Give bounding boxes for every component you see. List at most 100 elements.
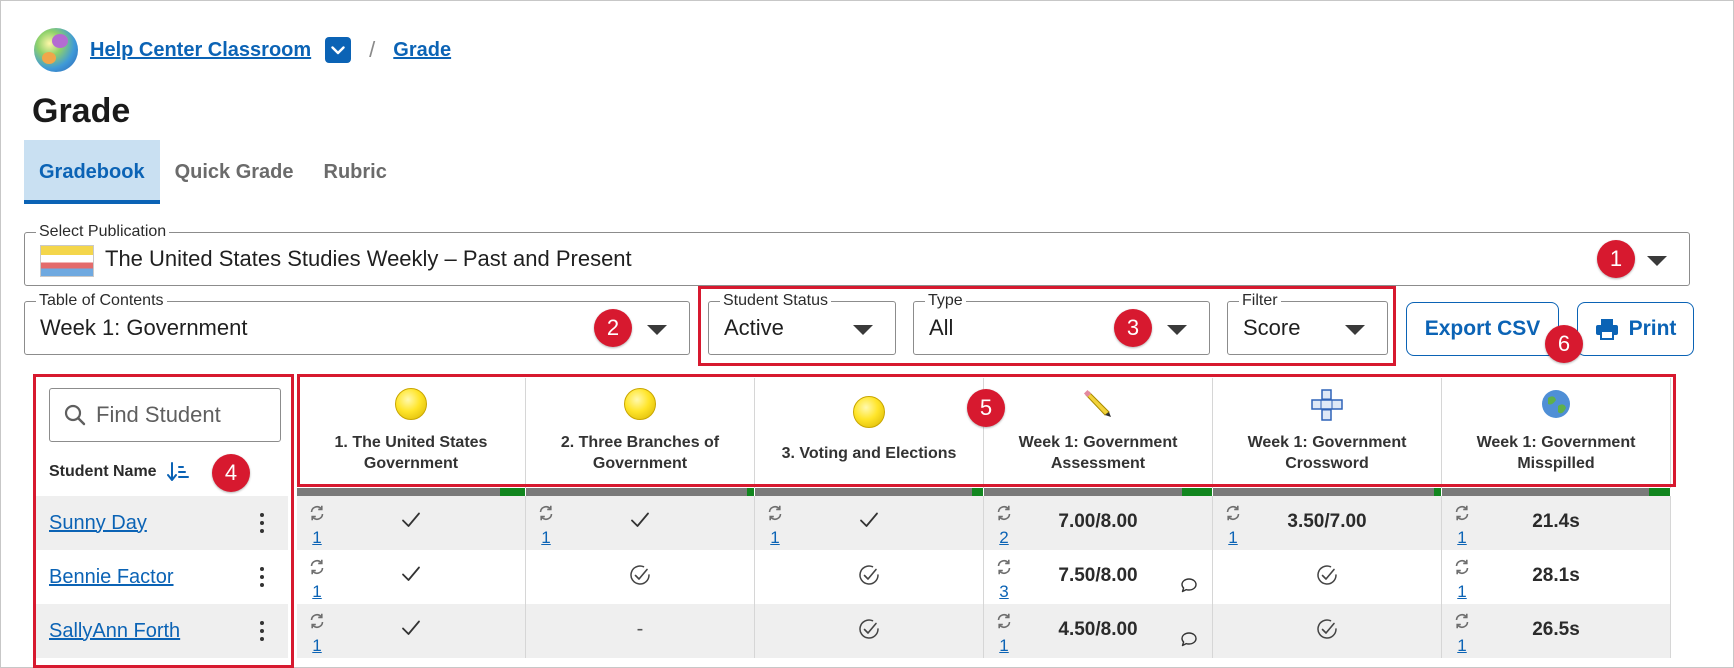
annotation-badge-6: 6	[1545, 325, 1583, 363]
more-options-icon[interactable]	[260, 513, 264, 533]
attempts[interactable]: 1	[307, 558, 327, 601]
checkmark-icon	[401, 511, 421, 534]
attempt-count-link[interactable]: 1	[307, 529, 327, 547]
grade-cell[interactable]	[1213, 604, 1442, 658]
more-options-icon[interactable]	[260, 621, 264, 641]
retry-icon[interactable]	[308, 613, 326, 634]
pencil-icon	[1083, 388, 1113, 423]
grade-cell[interactable]	[755, 604, 984, 658]
coin-icon	[853, 396, 885, 428]
retry-icon[interactable]	[766, 505, 784, 526]
tab-gradebook[interactable]: Gradebook	[24, 140, 160, 204]
grade-cell[interactable]: 1	[297, 604, 526, 658]
attempts[interactable]: 1	[765, 504, 785, 547]
student-row: Sunny Day	[36, 496, 288, 550]
find-student-placeholder: Find Student	[96, 402, 221, 427]
tab-rubric[interactable]: Rubric	[309, 140, 402, 204]
assignment-title-line: 1. The United States	[334, 434, 488, 451]
publication-thumbnail	[40, 245, 94, 277]
assignment-column-header[interactable]: Week 1: Government Assessment	[984, 378, 1213, 488]
grade-cell[interactable]: 1 28.1s	[1442, 550, 1671, 604]
grade-cell[interactable]	[755, 550, 984, 604]
find-student-input[interactable]: Find Student	[49, 388, 281, 442]
grade-cell[interactable]	[526, 550, 755, 604]
student-name-link[interactable]: Sunny Day	[49, 512, 147, 535]
completion-bar-fill	[971, 488, 983, 496]
student-name-header[interactable]: Student Name	[49, 462, 189, 482]
classroom-globe-icon	[34, 28, 78, 72]
classroom-dropdown-button[interactable]	[325, 37, 352, 63]
coin-icon	[395, 388, 427, 420]
toc-value: Week 1: Government	[40, 315, 248, 340]
assignment-column-header[interactable]: Week 1: Government Misspilled	[1442, 378, 1671, 488]
retry-icon[interactable]	[537, 505, 555, 526]
grade-cell[interactable]: 3 7.50/8.00	[984, 550, 1213, 604]
retry-icon[interactable]	[308, 505, 326, 526]
assignment-column-header[interactable]: Week 1: Government Crossword	[1213, 378, 1442, 488]
grade-cell[interactable]: 1	[297, 550, 526, 604]
grade-cell[interactable]: 2 7.00/8.00	[984, 496, 1213, 550]
type-value: All	[929, 315, 954, 340]
grade-cell[interactable]: 1 26.5s	[1442, 604, 1671, 658]
attempt-count-link[interactable]: 1	[307, 583, 327, 601]
attempts[interactable]: 1	[307, 612, 327, 655]
attempt-count-link[interactable]: 1	[307, 637, 327, 655]
attempts[interactable]: 1	[307, 504, 327, 547]
assignment-column-header[interactable]: 2. Three Branches of Government	[526, 378, 755, 488]
circle-check-icon	[857, 563, 881, 592]
student-row: SallyAnn Forth	[36, 604, 288, 658]
grade-cell[interactable]: 1 4.50/8.00	[984, 604, 1213, 658]
completion-bar-fill	[1434, 488, 1441, 496]
type-select[interactable]: Type All	[913, 291, 1210, 355]
student-status-select[interactable]: Student Status Active	[708, 291, 896, 355]
breadcrumb-classroom-link[interactable]: Help Center Classroom	[90, 39, 311, 62]
comment-icon[interactable]	[1180, 576, 1198, 599]
breadcrumb-grade-link[interactable]: Grade	[393, 39, 451, 62]
export-csv-button[interactable]: Export CSV	[1406, 302, 1559, 356]
grade-cell[interactable]: 1 21.4s	[1442, 496, 1671, 550]
grade-cell[interactable]: -	[526, 604, 755, 658]
student-name-link[interactable]: SallyAnn Forth	[49, 620, 180, 643]
toc-select[interactable]: Table of Contents Week 1: Government	[24, 291, 690, 355]
annotation-badge-3: 3	[1114, 309, 1152, 347]
completion-bar	[1213, 488, 1442, 496]
publication-select[interactable]: Select Publication The United States Stu…	[24, 222, 1690, 286]
export-csv-label: Export CSV	[1424, 317, 1541, 340]
earth-icon	[1540, 388, 1572, 425]
assignment-title-line: Misspilled	[1517, 455, 1595, 472]
comment-icon[interactable]	[1180, 630, 1198, 653]
circle-check-icon	[1315, 617, 1339, 646]
breadcrumb-separator: /	[369, 37, 376, 62]
attempt-count-link[interactable]: 1	[765, 529, 785, 547]
print-button[interactable]: Print	[1577, 302, 1694, 356]
tab-quick-grade[interactable]: Quick Grade	[160, 140, 309, 204]
assignment-title-line: Government	[592, 455, 688, 472]
sort-ascending-icon[interactable]	[166, 462, 189, 482]
assignment-column-header[interactable]: 1. The United States Government	[297, 378, 526, 488]
assignment-title-line: Crossword	[1285, 455, 1369, 472]
assignment-column-header[interactable]: 3. Voting and Elections	[755, 378, 984, 488]
assignment-title: Week 1: Government Crossword	[1213, 432, 1441, 474]
student-name-link[interactable]: Bennie Factor	[49, 566, 174, 589]
completion-bar	[984, 488, 1213, 496]
caret-down-icon	[1647, 256, 1667, 266]
retry-icon[interactable]	[308, 559, 326, 580]
annotation-badge-5: 5	[967, 389, 1005, 427]
more-options-icon[interactable]	[260, 567, 264, 587]
assignment-title-line: Assessment	[1050, 455, 1146, 472]
attempts[interactable]: 1	[536, 504, 556, 547]
student-name-header-label: Student Name	[49, 463, 157, 480]
student-row: Bennie Factor	[36, 550, 288, 604]
grade-cell[interactable]: 1 3.50/7.00	[1213, 496, 1442, 550]
publication-value: The United States Studies Weekly – Past …	[105, 246, 632, 271]
grade-cell[interactable]	[1213, 550, 1442, 604]
grade-cell[interactable]: 1	[526, 496, 755, 550]
filter-select[interactable]: Filter Score	[1227, 291, 1388, 355]
grade-cell[interactable]: 1	[755, 496, 984, 550]
print-label: Print	[1628, 317, 1677, 340]
circle-check-icon	[628, 563, 652, 592]
grade-cell[interactable]: 1	[297, 496, 526, 550]
attempt-count-link[interactable]: 1	[536, 529, 556, 547]
assignment-title: Week 1: Government Misspilled	[1442, 432, 1670, 474]
completion-bar-fill	[1649, 488, 1670, 496]
